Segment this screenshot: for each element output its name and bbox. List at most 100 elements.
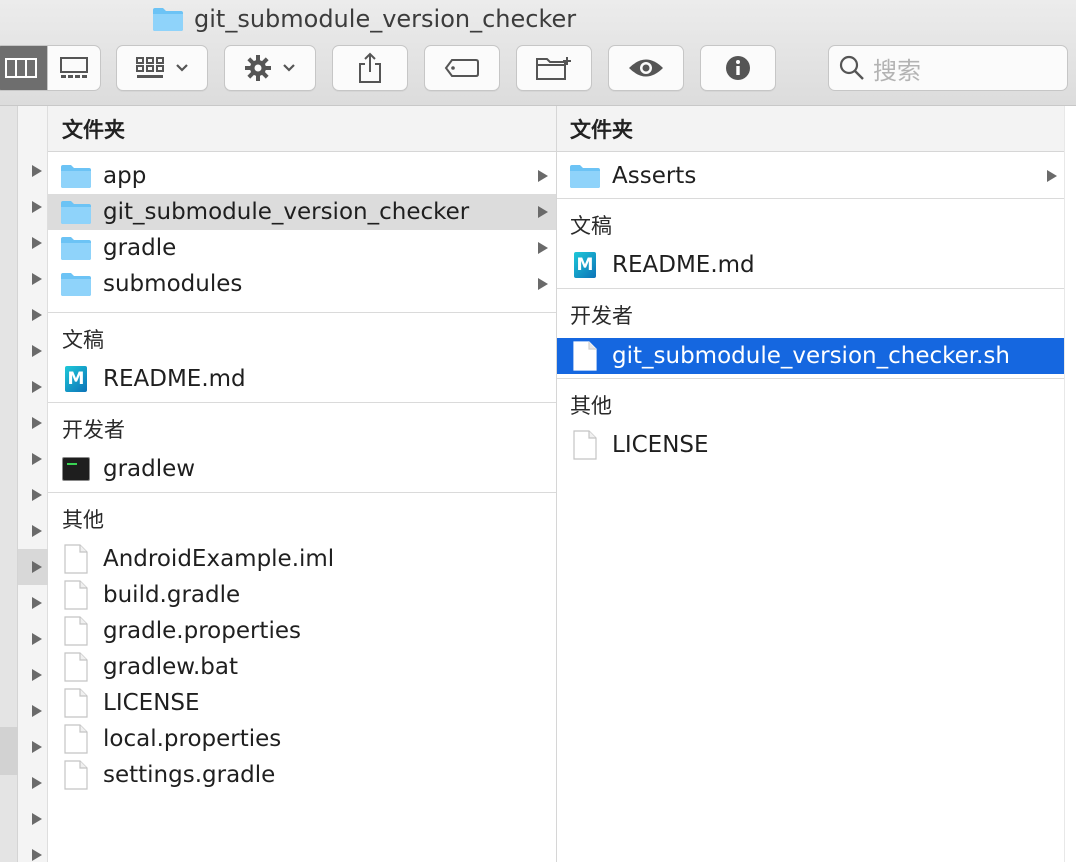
disclosure-triangle[interactable] bbox=[32, 741, 42, 753]
list-item-label: gradle bbox=[103, 235, 177, 261]
chevron-down-icon bbox=[283, 64, 295, 72]
list-item-file[interactable]: LICENSE bbox=[48, 685, 556, 721]
list-item-folder[interactable]: submodules bbox=[48, 266, 556, 302]
list-item-folder[interactable]: app bbox=[48, 158, 556, 194]
list-item-file[interactable]: gradlew.bat bbox=[48, 649, 556, 685]
share-icon bbox=[359, 52, 381, 83]
chevron-down-icon bbox=[176, 64, 188, 72]
list-item-file[interactable]: gradle.properties bbox=[48, 613, 556, 649]
list-item-file[interactable]: build.gradle bbox=[48, 577, 556, 613]
group-divider bbox=[48, 312, 556, 313]
list-item-label: AndroidExample.iml bbox=[103, 546, 335, 572]
left-column-header: 文件夹 bbox=[48, 106, 556, 152]
folder-icon bbox=[60, 160, 92, 192]
list-item-label: submodules bbox=[103, 271, 243, 297]
document-icon bbox=[569, 429, 601, 461]
document-icon bbox=[569, 340, 601, 372]
list-item-file[interactable]: LICENSE bbox=[557, 427, 1064, 463]
tags-button[interactable] bbox=[424, 45, 500, 91]
disclosure-triangle[interactable] bbox=[32, 777, 42, 789]
document-icon bbox=[60, 723, 92, 755]
terminal-icon bbox=[60, 453, 92, 485]
list-item-label: local.properties bbox=[103, 726, 282, 752]
list-item-label: gradlew bbox=[103, 456, 196, 482]
list-item-folder[interactable]: gradle bbox=[48, 230, 556, 266]
get-info-button[interactable] bbox=[700, 45, 776, 91]
document-icon bbox=[60, 615, 92, 647]
group-label-other: 其他 bbox=[62, 508, 104, 532]
disclosure-triangle[interactable] bbox=[32, 633, 42, 645]
list-item-folder-selected[interactable]: git_submodule_version_checker bbox=[48, 194, 556, 230]
chevron-right-icon bbox=[538, 170, 548, 182]
column-view-button[interactable] bbox=[0, 46, 47, 90]
list-item-file[interactable]: M README.md bbox=[557, 247, 1064, 283]
disclosure-triangle[interactable] bbox=[32, 561, 42, 573]
list-item-label: LICENSE bbox=[103, 690, 200, 716]
info-icon bbox=[726, 56, 750, 80]
right-column-header: 文件夹 bbox=[557, 106, 1064, 152]
right-column-header-label: 文件夹 bbox=[570, 117, 633, 142]
share-button[interactable] bbox=[332, 45, 408, 91]
disclosure-triangle[interactable] bbox=[32, 417, 42, 429]
disclosure-triangle[interactable] bbox=[32, 237, 42, 249]
left-column-header-label: 文件夹 bbox=[62, 117, 125, 142]
gallery-view-button[interactable] bbox=[47, 46, 100, 90]
next-column-edge bbox=[1064, 106, 1076, 862]
chevron-right-icon bbox=[1047, 170, 1057, 182]
list-item-file[interactable]: settings.gradle bbox=[48, 757, 556, 793]
column-view-icon bbox=[5, 58, 37, 78]
group-divider bbox=[557, 198, 1064, 199]
list-item-folder[interactable]: Asserts bbox=[557, 158, 1064, 194]
list-item-label: git_submodule_version_checker.sh bbox=[612, 343, 1010, 369]
document-icon bbox=[60, 687, 92, 719]
group-divider bbox=[48, 492, 556, 493]
list-item-file[interactable]: M README.md bbox=[48, 361, 556, 397]
group-by-button[interactable] bbox=[116, 45, 208, 91]
list-item-label: LICENSE bbox=[612, 432, 709, 458]
list-item-file[interactable]: AndroidExample.iml bbox=[48, 541, 556, 577]
markdown-icon: M bbox=[60, 363, 92, 395]
new-folder-icon bbox=[536, 57, 571, 80]
group-label-developer: 开发者 bbox=[570, 304, 633, 328]
document-icon bbox=[60, 543, 92, 575]
disclosure-triangle[interactable] bbox=[32, 669, 42, 681]
grid-icon bbox=[136, 57, 164, 78]
new-folder-button[interactable] bbox=[516, 45, 592, 91]
search-icon bbox=[839, 55, 864, 80]
list-item-file[interactable]: local.properties bbox=[48, 721, 556, 757]
quick-look-button[interactable] bbox=[608, 45, 684, 91]
folder-icon bbox=[60, 232, 92, 264]
folder-icon bbox=[60, 268, 92, 300]
action-menu-button[interactable] bbox=[224, 45, 316, 91]
document-icon bbox=[60, 651, 92, 683]
disclosure-triangle[interactable] bbox=[32, 453, 42, 465]
disclosure-triangle[interactable] bbox=[32, 849, 42, 861]
folder-icon bbox=[60, 196, 92, 228]
search-placeholder: 搜索 bbox=[873, 56, 921, 85]
disclosure-triangle[interactable] bbox=[32, 309, 42, 321]
search-field[interactable]: 搜索 bbox=[828, 45, 1068, 91]
list-item-label: gradle.properties bbox=[103, 618, 301, 644]
disclosure-triangle[interactable] bbox=[32, 165, 42, 177]
disclosure-triangle[interactable] bbox=[32, 273, 42, 285]
column-divider[interactable] bbox=[556, 106, 557, 862]
disclosure-triangle[interactable] bbox=[32, 381, 42, 393]
disclosure-triangle[interactable] bbox=[32, 525, 42, 537]
chevron-right-icon bbox=[538, 206, 548, 218]
list-item-file[interactable]: gradlew bbox=[48, 451, 556, 487]
disclosure-triangle[interactable] bbox=[32, 345, 42, 357]
list-item-file-selected[interactable]: git_submodule_version_checker.sh bbox=[557, 338, 1064, 374]
gallery-view-icon bbox=[60, 57, 88, 78]
sidebar-strip-highlight bbox=[0, 727, 18, 775]
disclosure-triangle[interactable] bbox=[32, 705, 42, 717]
disclosure-triangle[interactable] bbox=[32, 201, 42, 213]
disclosure-triangle[interactable] bbox=[32, 489, 42, 501]
disclosure-triangle[interactable] bbox=[32, 597, 42, 609]
group-label-other: 其他 bbox=[570, 394, 612, 418]
list-item-label: Asserts bbox=[612, 163, 697, 189]
disclosure-triangle[interactable] bbox=[32, 813, 42, 825]
view-mode-segmented-control[interactable] bbox=[0, 45, 101, 91]
window-toolbar: git_submodule_version_checker 搜索 bbox=[0, 0, 1076, 106]
window-title-text: git_submodule_version_checker bbox=[194, 5, 577, 33]
gear-icon bbox=[245, 55, 271, 81]
